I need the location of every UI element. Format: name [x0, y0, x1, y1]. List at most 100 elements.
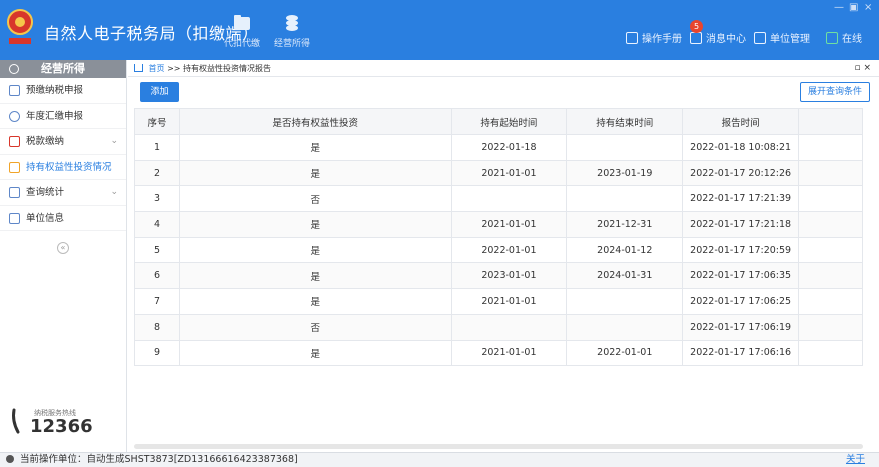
- add-button[interactable]: 添加: [140, 82, 179, 102]
- table-row[interactable]: 3 否 2022-01-17 17:21:39: [134, 185, 863, 213]
- cell-report-time: 2022-01-17 17:21:39: [682, 185, 800, 213]
- sidebar-item-label: 税款缴纳: [26, 136, 65, 147]
- message-label: 消息中心: [706, 34, 746, 45]
- table-row[interactable]: 4 是 2021-01-01 2021-12-31 2022-01-17 17:…: [134, 211, 863, 238]
- expand-query-button[interactable]: 展开查询条件: [800, 82, 870, 102]
- query-icon: [9, 187, 20, 198]
- cell-end-date: [566, 313, 684, 341]
- sidebar-item-query[interactable]: 查询统计 ⌄: [0, 180, 126, 206]
- unit-management-label: 单位管理: [770, 34, 810, 45]
- cell-holds-investment: 是: [178, 211, 452, 238]
- sidebar-item-label: 预缴纳税申报: [26, 85, 84, 96]
- online-icon: [826, 31, 838, 44]
- business-income-icon: [9, 64, 19, 74]
- hotline: 纳税服务热线 12366: [6, 402, 116, 442]
- app-header: 自然人电子税务局（扣缴端） 代扣代缴 经营所得 操作手册 消息中心 5 单位管理…: [0, 0, 879, 60]
- cell-start-date: 2022-01-01: [450, 236, 568, 264]
- phone-icon: [12, 408, 20, 434]
- cell-report-time: 2022-01-18 10:08:21: [682, 134, 800, 161]
- cell-report-time: 2022-01-17 17:20:59: [682, 236, 800, 264]
- cell-start-date: 2021-01-01: [450, 159, 568, 187]
- folder-icon: [234, 15, 250, 30]
- investment-table: 序号 是否持有权益性投资 持有起始时间 持有结束时间 报告时间 1 是 2022…: [134, 108, 863, 367]
- cell-holds-investment: 是: [178, 236, 452, 264]
- cell-end-date: 2022-01-01: [566, 339, 684, 367]
- current-unit-text: 当前操作单位：自动生成SHST3873[ZD13166616423387368]: [20, 454, 298, 465]
- online-status[interactable]: 在线: [826, 30, 862, 45]
- column-header: 序号: [134, 108, 180, 135]
- cell-report-time: 2022-01-17 17:06:19: [682, 313, 800, 341]
- cell-blank: [798, 134, 863, 161]
- cell-report-time: 2022-01-17 17:21:18: [682, 211, 800, 238]
- minimize-icon[interactable]: —: [834, 2, 844, 13]
- cell-blank: [798, 236, 863, 264]
- table-row[interactable]: 2 是 2021-01-01 2023-01-19 2022-01-17 20:…: [134, 159, 863, 187]
- unit-management-button[interactable]: 单位管理: [754, 30, 810, 45]
- maximize-icon[interactable]: ▣: [849, 2, 858, 13]
- cell-end-date: [566, 134, 684, 161]
- horizontal-scrollbar[interactable]: [134, 444, 863, 449]
- sidebar-item-payment[interactable]: 税款缴纳 ⌄: [0, 129, 126, 155]
- cell-index: 5: [134, 236, 180, 264]
- cell-index: 6: [134, 262, 180, 290]
- column-header: 是否持有权益性投资: [178, 108, 452, 135]
- cell-blank: [798, 185, 863, 213]
- cell-index: 3: [134, 185, 180, 213]
- sidebar-collapse-button[interactable]: «: [57, 242, 69, 254]
- cell-start-date: 2021-01-01: [450, 211, 568, 238]
- cell-start-date: 2022-01-18: [450, 134, 568, 161]
- column-header: 持有起始时间: [450, 108, 568, 135]
- close-icon[interactable]: ×: [864, 2, 872, 13]
- sidebar-item-investment[interactable]: 持有权益性投资情况: [0, 155, 126, 180]
- column-header: 报告时间: [682, 108, 800, 135]
- sidebar-title: 经营所得: [41, 62, 85, 75]
- cell-report-time: 2022-01-17 20:12:26: [682, 159, 800, 187]
- table-header-row: 序号 是否持有权益性投资 持有起始时间 持有结束时间 报告时间: [134, 108, 863, 135]
- chevron-down-icon: ⌄: [110, 136, 118, 146]
- sidebar-item-prepay[interactable]: 预缴纳税申报: [0, 78, 126, 104]
- cell-end-date: [566, 288, 684, 315]
- breadcrumb-home[interactable]: 首页: [149, 64, 165, 73]
- cell-blank: [798, 262, 863, 290]
- building-icon: [754, 31, 766, 44]
- breadcrumb-separator: >>: [167, 64, 181, 73]
- cell-report-time: 2022-01-17 17:06:25: [682, 288, 800, 315]
- table-row[interactable]: 7 是 2021-01-01 2022-01-17 17:06:25: [134, 288, 863, 315]
- message-icon: [690, 31, 702, 44]
- cell-end-date: 2023-01-19: [566, 159, 684, 187]
- message-count-badge: 5: [690, 20, 703, 33]
- sidebar-item-annual[interactable]: 年度汇缴申报: [0, 104, 126, 129]
- cell-blank: [798, 159, 863, 187]
- status-bar: 当前操作单位：自动生成SHST3873[ZD13166616423387368]…: [0, 452, 879, 467]
- cell-end-date: [566, 185, 684, 213]
- sidebar: 经营所得 预缴纳税申报 年度汇缴申报 税款缴纳 ⌄ 持有权益性投资情况 查询统计…: [0, 60, 127, 452]
- cell-index: 8: [134, 313, 180, 341]
- cell-holds-investment: 是: [178, 339, 452, 367]
- tab-window-controls[interactable]: ▫ ×: [854, 60, 871, 77]
- cell-blank: [798, 288, 863, 315]
- cell-start-date: 2021-01-01: [450, 288, 568, 315]
- sidebar-item-label: 年度汇缴申报: [26, 110, 84, 122]
- module-withholding[interactable]: 代扣代缴: [218, 14, 266, 49]
- manual-icon: [626, 31, 638, 44]
- manual-button[interactable]: 操作手册: [626, 30, 682, 45]
- declare-icon: [9, 85, 20, 96]
- cell-index: 9: [134, 339, 180, 367]
- home-icon: [134, 64, 143, 72]
- breadcrumb: 首页 >> 持有权益性投资情况报告 ▫ ×: [128, 60, 879, 77]
- manual-label: 操作手册: [642, 34, 682, 45]
- cell-start-date: [450, 185, 568, 213]
- about-link[interactable]: 关于: [846, 453, 865, 467]
- table-row[interactable]: 9 是 2021-01-01 2022-01-01 2022-01-17 17:…: [134, 339, 863, 367]
- sidebar-item-label: 单位信息: [26, 212, 65, 224]
- sidebar-header: 经营所得: [0, 60, 126, 78]
- table-row[interactable]: 5 是 2022-01-01 2024-01-12 2022-01-17 17:…: [134, 236, 863, 264]
- table-row[interactable]: 6 是 2023-01-01 2024-01-31 2022-01-17 17:…: [134, 262, 863, 290]
- sidebar-item-unit-info[interactable]: 单位信息: [0, 206, 126, 231]
- chevron-down-icon: ⌄: [110, 187, 118, 197]
- cell-holds-investment: 是: [178, 159, 452, 187]
- table-row[interactable]: 1 是 2022-01-18 2022-01-18 10:08:21: [134, 134, 863, 161]
- cell-holds-investment: 是: [178, 288, 452, 315]
- table-row[interactable]: 8 否 2022-01-17 17:06:19: [134, 313, 863, 341]
- module-business-income[interactable]: 经营所得: [268, 14, 316, 49]
